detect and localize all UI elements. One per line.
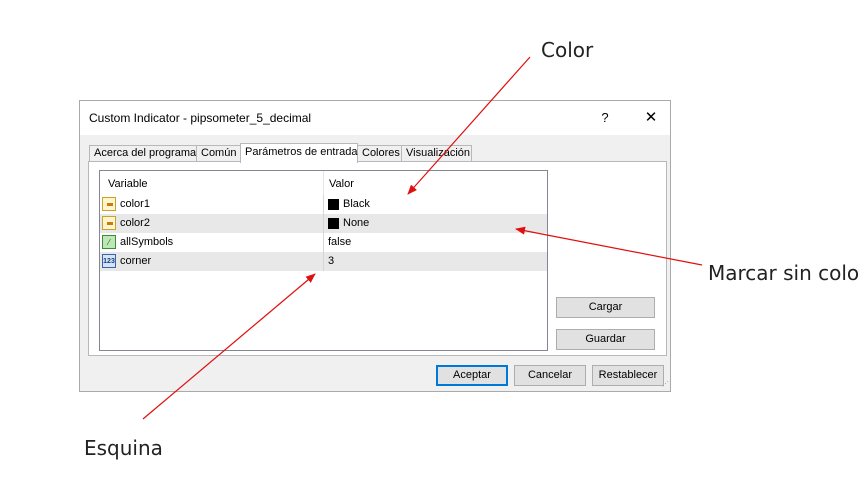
tab-strip: Acerca del programa Común Parámetros de …	[89, 143, 659, 163]
color-swatch	[328, 199, 339, 210]
cell-divider	[323, 252, 324, 271]
int-param-icon: 123	[102, 254, 116, 268]
tab-comun[interactable]: Común	[196, 145, 241, 161]
tab-acerca[interactable]: Acerca del programa	[89, 145, 197, 161]
color-swatch	[328, 218, 339, 229]
resize-grip-icon[interactable]: ⋰	[662, 381, 670, 391]
parameters-panel: Variable Valor color1 Black color2 None …	[88, 161, 667, 356]
param-value[interactable]: 3	[328, 255, 334, 267]
annotation-esquina: Esquina	[84, 436, 163, 460]
cancelar-button[interactable]: Cancelar	[514, 365, 586, 386]
annotation-marcar-sin-color: Marcar sin color	[708, 261, 859, 285]
cargar-button[interactable]: Cargar	[556, 297, 655, 318]
tab-visualizacion[interactable]: Visualización	[401, 145, 472, 161]
param-name: allSymbols	[120, 236, 174, 248]
table-row[interactable]: 123 corner 3	[100, 252, 547, 271]
param-value[interactable]: false	[328, 236, 351, 248]
param-name: corner	[120, 255, 152, 267]
color-param-icon	[102, 197, 116, 211]
param-name: color2	[120, 217, 150, 229]
close-button[interactable]: ✕	[636, 107, 666, 129]
param-value[interactable]: Black	[343, 198, 370, 210]
param-value[interactable]: None	[343, 217, 369, 229]
cell-divider	[323, 195, 324, 214]
cell-divider	[323, 233, 324, 252]
table-row[interactable]: color2 None	[100, 214, 547, 233]
param-name: color1	[120, 198, 150, 210]
guardar-button[interactable]: Guardar	[556, 329, 655, 350]
cell-divider	[323, 214, 324, 233]
table-header: Variable Valor	[100, 171, 547, 195]
parameters-table: Variable Valor color1 Black color2 None …	[99, 170, 548, 351]
header-divider[interactable]	[323, 171, 324, 195]
restablecer-button[interactable]: Restablecer	[592, 365, 664, 386]
title-bar: Custom Indicator - pipsometer_5_decimal …	[80, 101, 670, 135]
header-valor[interactable]: Valor	[329, 178, 354, 190]
aceptar-button[interactable]: Aceptar	[436, 365, 508, 386]
tab-parametros[interactable]: Parámetros de entrada	[240, 143, 358, 163]
help-button[interactable]: ?	[590, 107, 620, 129]
custom-indicator-dialog: Custom Indicator - pipsometer_5_decimal …	[79, 100, 671, 392]
table-row[interactable]: color1 Black	[100, 195, 547, 214]
header-variable[interactable]: Variable	[108, 178, 148, 190]
window-title: Custom Indicator - pipsometer_5_decimal	[89, 111, 312, 125]
bool-param-icon: ⁄	[102, 235, 116, 249]
annotation-color: Color	[541, 38, 594, 62]
table-row[interactable]: ⁄ allSymbols false	[100, 233, 547, 252]
tab-colores[interactable]: Colores	[357, 145, 402, 161]
color-param-icon	[102, 216, 116, 230]
